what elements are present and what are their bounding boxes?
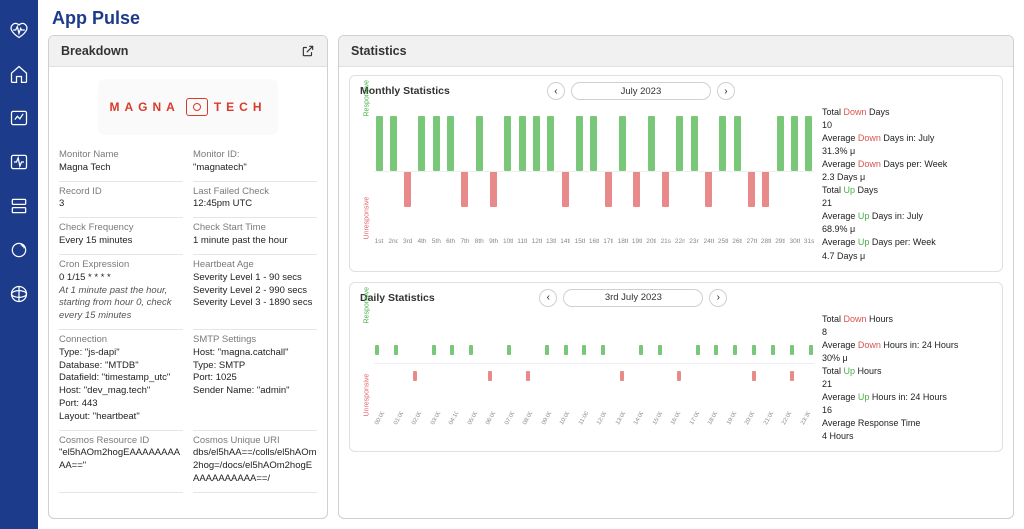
monthly-chart-card: Monthly Statistics ‹ July 2023 › R [349, 75, 1003, 272]
monthly-prev-button[interactable]: ‹ [547, 82, 565, 100]
breakdown-header-label: Breakdown [61, 44, 128, 58]
monthly-period[interactable]: July 2023 [571, 82, 711, 100]
conn-port: Port: 443 [59, 398, 183, 411]
smtp-sender: Sender Name: "admin" [193, 385, 317, 398]
conn-field: Datafield: "timestamp_utc" [59, 372, 183, 385]
daily-bars [374, 313, 814, 413]
y-axis-unresponsive: Unresponsive [364, 226, 371, 240]
check-freq-label: Check Frequency [59, 222, 183, 235]
main-area: App Pulse Breakdown MAGNA TECH [38, 0, 1024, 529]
heartbeat-label: Heartbeat Age [193, 259, 317, 272]
sidebar [0, 0, 38, 529]
conn-layout: Layout: "heartbeat" [59, 411, 183, 424]
smtp-host: Host: "magna.catchall" [193, 347, 317, 360]
y-axis-responsive: Responsive [364, 103, 371, 117]
monthly-next-button[interactable]: › [717, 82, 735, 100]
monitor-id-label: Monitor ID: [193, 149, 317, 162]
record-id-value: 3 [59, 198, 183, 211]
monitor-name-value: Magna Tech [59, 162, 183, 175]
monthly-bars [374, 106, 814, 236]
monthly-x-axis: 1st2nd3rd4th5th6th7th8th9th10th11th12th1… [360, 238, 814, 245]
monitor-id-value: "magnatech" [193, 162, 317, 175]
monthly-title: Monthly Statistics [360, 85, 450, 97]
cosmos-id-label: Cosmos Resource ID [59, 435, 183, 448]
open-external-icon[interactable] [301, 44, 315, 58]
home-icon[interactable] [9, 64, 29, 84]
heartbeat-l3: Severity Level 3 - 1890 secs [193, 297, 317, 310]
chip-icon [186, 98, 208, 116]
conn-type: Type: "js-dapi" [59, 347, 183, 360]
globe-icon[interactable] [9, 284, 29, 304]
cosmos-id-value: "el5hAOm2hogEAAAAAAAAAA==" [59, 447, 183, 473]
check-start-label: Check Start Time [193, 222, 317, 235]
daily-period[interactable]: 3rd July 2023 [563, 289, 703, 307]
daily-next-button[interactable]: › [709, 289, 727, 307]
monthly-stats-list: Total Down Days 10 Average Down Days in:… [822, 106, 992, 263]
last-failed-value: 12:45pm UTC [193, 198, 317, 211]
chart-icon[interactable] [9, 108, 29, 128]
app-logo-icon [9, 20, 29, 40]
daily-title: Daily Statistics [360, 292, 435, 304]
y-axis-responsive-daily: Responsive [364, 309, 371, 323]
cosmos-uri-value: dbs/el5hAA==/colls/el5hAOm2hog=/docs/el5… [193, 447, 317, 485]
connection-label: Connection [59, 334, 183, 347]
conn-db: Database: "MTDB" [59, 360, 183, 373]
daily-prev-button[interactable]: ‹ [539, 289, 557, 307]
smtp-port: Port: 1025 [193, 372, 317, 385]
last-failed-label: Last Failed Check [193, 186, 317, 199]
cron-human: At 1 minute past the hour, starting from… [59, 285, 183, 323]
content-row: Breakdown MAGNA TECH Monitor Name M [38, 35, 1024, 529]
heartbeat-l2: Severity Level 2 - 990 secs [193, 285, 317, 298]
conn-host: Host: "dev_mag.tech" [59, 385, 183, 398]
cosmos-uri-label: Cosmos Unique URI [193, 435, 317, 448]
daily-x-axis: 00:00 am01:00 pm02:00 am03:00 am04:10 am… [360, 415, 814, 437]
check-start-value: 1 minute past the hour [193, 235, 317, 248]
heartbeat-l1: Severity Level 1 - 90 secs [193, 272, 317, 285]
activity-icon[interactable] [9, 152, 29, 172]
check-freq-value: Every 15 minutes [59, 235, 183, 248]
daily-stats-list: Total Down Hours 8 Average Down Hours in… [822, 313, 992, 443]
monitor-name-label: Monitor Name [59, 149, 183, 162]
brand-word-a: MAGNA [110, 100, 180, 114]
breakdown-panel: Breakdown MAGNA TECH Monitor Name M [48, 35, 328, 519]
breakdown-body: MAGNA TECH Monitor Name Magna Tech Monit… [49, 67, 327, 518]
statistics-panel: Statistics Monthly Statistics ‹ July 202… [338, 35, 1014, 519]
database-icon[interactable] [9, 196, 29, 216]
breakdown-header: Breakdown [49, 36, 327, 67]
statistics-header-label: Statistics [351, 44, 407, 58]
record-id-label: Record ID [59, 186, 183, 199]
smtp-type: Type: SMTP [193, 360, 317, 373]
daily-chart-card: Daily Statistics ‹ 3rd July 2023 › [349, 282, 1003, 452]
smtp-label: SMTP Settings [193, 334, 317, 347]
monitor-brand-logo: MAGNA TECH [98, 79, 278, 135]
page-title: App Pulse [38, 0, 1024, 35]
statistics-body: Monthly Statistics ‹ July 2023 › R [339, 67, 1013, 518]
refresh-icon[interactable] [9, 240, 29, 260]
brand-word-b: TECH [214, 100, 267, 114]
cron-label: Cron Expression [59, 259, 183, 272]
y-axis-unresponsive-daily: Unresponsive [364, 402, 371, 416]
cron-value: 0 1/15 * * * * [59, 272, 183, 285]
statistics-header: Statistics [339, 36, 1013, 67]
